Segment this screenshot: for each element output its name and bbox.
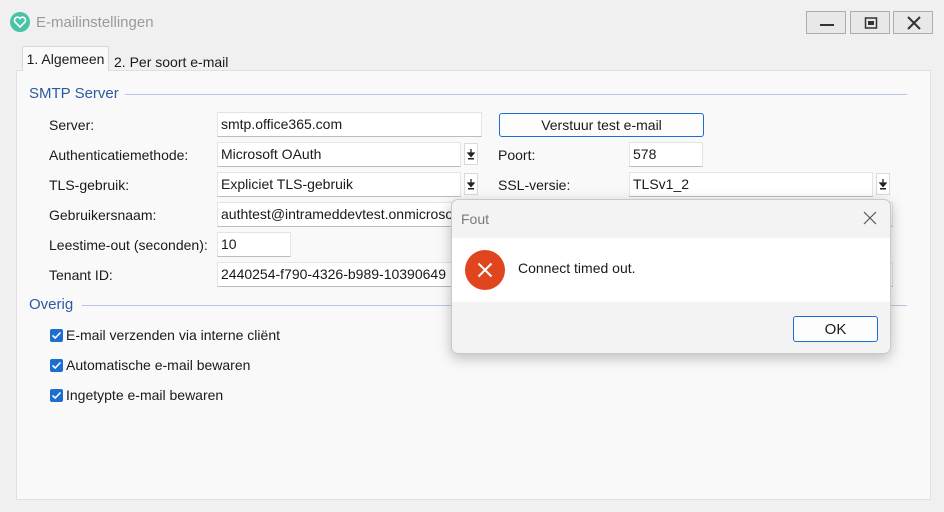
- server-input[interactable]: smtp.office365.com: [217, 112, 482, 137]
- send-test-email-button[interactable]: Verstuur test e-mail: [499, 113, 704, 137]
- minimize-button[interactable]: [806, 11, 846, 34]
- auth-method-label: Authenticatiemethode:: [49, 147, 189, 163]
- window-title: E-mailinstellingen: [36, 14, 154, 31]
- close-icon: [863, 211, 877, 225]
- app-logo-icon: [10, 12, 30, 32]
- tenant-id-label: Tenant ID:: [49, 267, 113, 283]
- tab-algemeen[interactable]: 1. Algemeen: [22, 46, 109, 71]
- maximize-icon: [864, 17, 878, 29]
- tls-usage-select[interactable]: Expliciet TLS-gebruik: [217, 172, 461, 197]
- save-typed-email-checkbox[interactable]: [50, 389, 63, 402]
- ssl-version-dropdown-button[interactable]: [876, 173, 890, 195]
- ssl-version-label: SSL-versie:: [498, 177, 571, 193]
- close-button[interactable]: [893, 11, 933, 34]
- port-input[interactable]: 578: [629, 142, 703, 167]
- arrow-down-icon: [467, 149, 475, 160]
- tls-usage-label: TLS-gebruik:: [49, 177, 130, 193]
- auto-save-email-checkbox[interactable]: [50, 359, 63, 372]
- dialog-title: Fout: [461, 211, 490, 227]
- maximize-button[interactable]: [850, 11, 890, 34]
- username-label: Gebruikersnaam:: [49, 207, 157, 223]
- dialog-body: Connect timed out.: [452, 238, 890, 302]
- save-typed-email-label[interactable]: Ingetypte e-mail bewaren: [66, 387, 223, 403]
- arrow-down-icon: [467, 179, 475, 190]
- arrow-down-icon: [879, 179, 887, 190]
- error-icon: [465, 250, 505, 290]
- auto-save-email-label[interactable]: Automatische e-mail bewaren: [66, 357, 250, 373]
- port-label: Poort:: [498, 147, 536, 163]
- ok-button[interactable]: OK: [793, 316, 878, 342]
- read-timeout-label: Leestime-out (seconden):: [49, 237, 208, 253]
- server-label: Server:: [49, 117, 95, 133]
- smtp-group-divider: [125, 94, 907, 95]
- auth-method-select[interactable]: Microsoft OAuth: [217, 142, 461, 167]
- title-bar: E-mailinstellingen: [0, 0, 944, 44]
- tls-usage-dropdown-button[interactable]: [464, 173, 478, 195]
- minimize-icon: [820, 24, 834, 26]
- dialog-message: Connect timed out.: [518, 260, 636, 276]
- checkmark-icon: [51, 331, 62, 340]
- other-group-title: Overig: [29, 296, 74, 313]
- send-via-internal-client-checkbox[interactable]: [50, 329, 63, 342]
- dialog-close-button[interactable]: [862, 210, 878, 229]
- checkmark-icon: [51, 361, 62, 370]
- smtp-group-title: SMTP Server: [29, 85, 119, 102]
- read-timeout-input[interactable]: 10: [217, 232, 291, 257]
- close-icon: [907, 16, 921, 30]
- ssl-version-select[interactable]: TLSv1_2: [629, 172, 873, 197]
- checkmark-icon: [51, 391, 62, 400]
- auth-method-dropdown-button[interactable]: [464, 143, 478, 165]
- error-dialog: Fout Connect timed out. OK: [451, 199, 891, 354]
- send-via-internal-client-label[interactable]: E-mail verzenden via interne cliënt: [66, 327, 280, 343]
